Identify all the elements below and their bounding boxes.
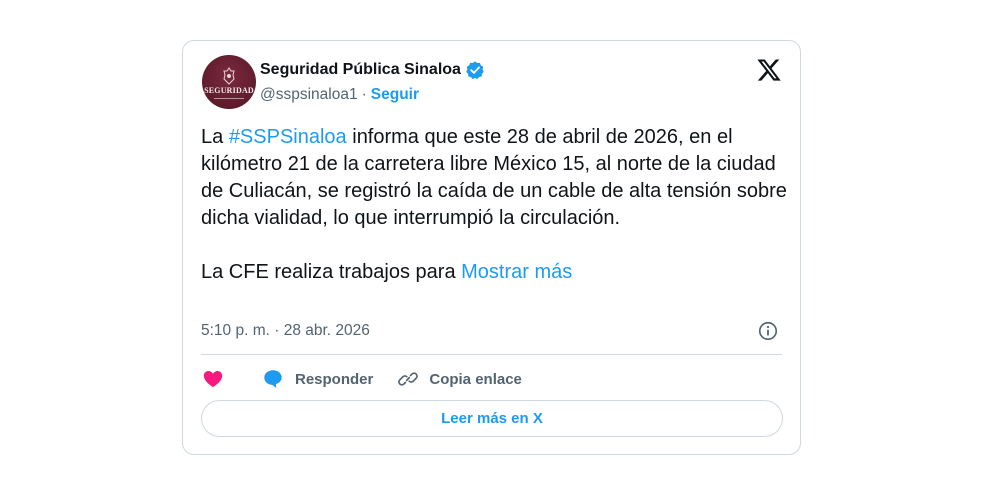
- text-segment: La CFE realiza trabajos para: [201, 261, 462, 283]
- tweet-paragraph: La CFE realiza trabajos para Mostrar más: [201, 259, 791, 286]
- divider: [201, 354, 782, 355]
- tweet-timestamp[interactable]: 5:10 p. m. · 28 abr. 2026: [201, 322, 370, 340]
- avatar[interactable]: SEGURIDAD: [202, 55, 256, 109]
- tweet-paragraph: La #SSPSinaloa informa que este 28 de ab…: [201, 124, 791, 232]
- avatar-divider: [214, 98, 244, 99]
- author-handle-row: @sspsinaloa1 · Seguir: [260, 86, 419, 104]
- separator-dot: ·: [361, 86, 367, 103]
- read-more-button[interactable]: Leer más en X: [201, 400, 783, 437]
- author-name-row: Seguridad Pública Sinaloa: [260, 60, 485, 80]
- copy-link-label: Copia enlace: [429, 370, 522, 388]
- hashtag-link[interactable]: #SSPSinaloa: [229, 126, 347, 148]
- verified-badge-icon: [466, 61, 484, 80]
- show-more-link[interactable]: Mostrar más: [461, 261, 572, 283]
- author-name[interactable]: Seguridad Pública Sinaloa: [260, 61, 461, 79]
- follow-button[interactable]: Seguir: [371, 86, 419, 104]
- like-button[interactable]: [201, 368, 225, 390]
- tweet-text: La #SSPSinaloa informa que este 28 de ab…: [201, 124, 791, 286]
- x-logo-icon[interactable]: [756, 57, 782, 83]
- reply-bubble-icon: [264, 370, 282, 388]
- copy-link-button[interactable]: Copia enlace: [397, 368, 522, 390]
- avatar-text: SEGURIDAD: [204, 86, 254, 95]
- link-icon: [398, 372, 419, 386]
- tweet-card: SEGURIDAD Seguridad Pública Sinaloa @ssp…: [182, 40, 801, 455]
- crest-icon: [223, 67, 235, 85]
- heart-icon: [203, 371, 223, 388]
- read-more-label: Leer más en X: [441, 410, 543, 427]
- author-handle[interactable]: @sspsinaloa1: [260, 86, 358, 104]
- info-icon[interactable]: [757, 320, 779, 342]
- reply-button[interactable]: Responder: [261, 368, 373, 390]
- text-segment: La: [201, 126, 229, 148]
- action-bar: Responder Copia enlace: [201, 366, 522, 392]
- reply-label: Responder: [295, 370, 374, 388]
